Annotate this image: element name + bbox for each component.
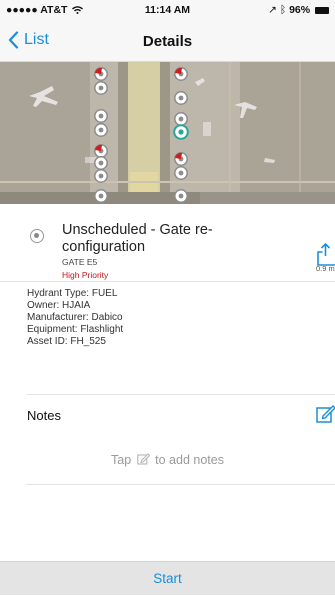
map-pin-icon [30, 229, 44, 243]
hint-prefix: Tap [111, 453, 132, 467]
hint-suffix: to add notes [155, 453, 224, 467]
battery-icon [315, 6, 329, 14]
add-notes-hint[interactable]: Tap to add notes [0, 452, 335, 467]
status-bar: ●●●●● AT&T 11:14 AM ↗ ᛒ 96% [0, 0, 335, 20]
bottom-toolbar: Start [0, 561, 335, 595]
owner: Owner: HJAIA [27, 300, 91, 311]
pencil-icon [136, 453, 150, 465]
hydrant-type: Hydrant Type: FUEL [27, 288, 118, 299]
divider [0, 281, 335, 282]
equipment: Equipment: Flashlight [27, 324, 124, 335]
asset-id: Asset ID: FH_525 [27, 336, 106, 347]
distance-label: 0.9 m [316, 264, 335, 273]
status-right: ↗ ᛒ 96% [268, 4, 329, 16]
start-button[interactable]: Start [0, 562, 335, 596]
location-icon: ↗ [268, 4, 277, 16]
battery-percent: 96% [289, 4, 311, 16]
map-view[interactable] [0, 62, 335, 204]
asset-summary: Unscheduled - Gate re-configuration GATE… [0, 204, 335, 284]
aerial-map-image [0, 62, 335, 204]
gate-label: GATE E5 [62, 257, 98, 267]
notes-header: Notes [27, 408, 61, 423]
divider [27, 394, 335, 395]
navigation-bar: List Details [0, 20, 335, 62]
page-title: Details [142, 33, 193, 50]
edit-icon[interactable] [316, 404, 335, 424]
manufacturer: Manufacturer: Dabico [27, 312, 123, 323]
bluetooth-icon: ᛒ [279, 4, 287, 16]
work-order-title: Unscheduled - Gate re-configuration [62, 222, 213, 255]
priority-label: High Priority [62, 270, 109, 280]
divider [27, 484, 335, 485]
share-icon[interactable] [316, 242, 335, 266]
asset-details: Hydrant Type: FUEL Owner: HJAIA Manufact… [27, 288, 123, 348]
